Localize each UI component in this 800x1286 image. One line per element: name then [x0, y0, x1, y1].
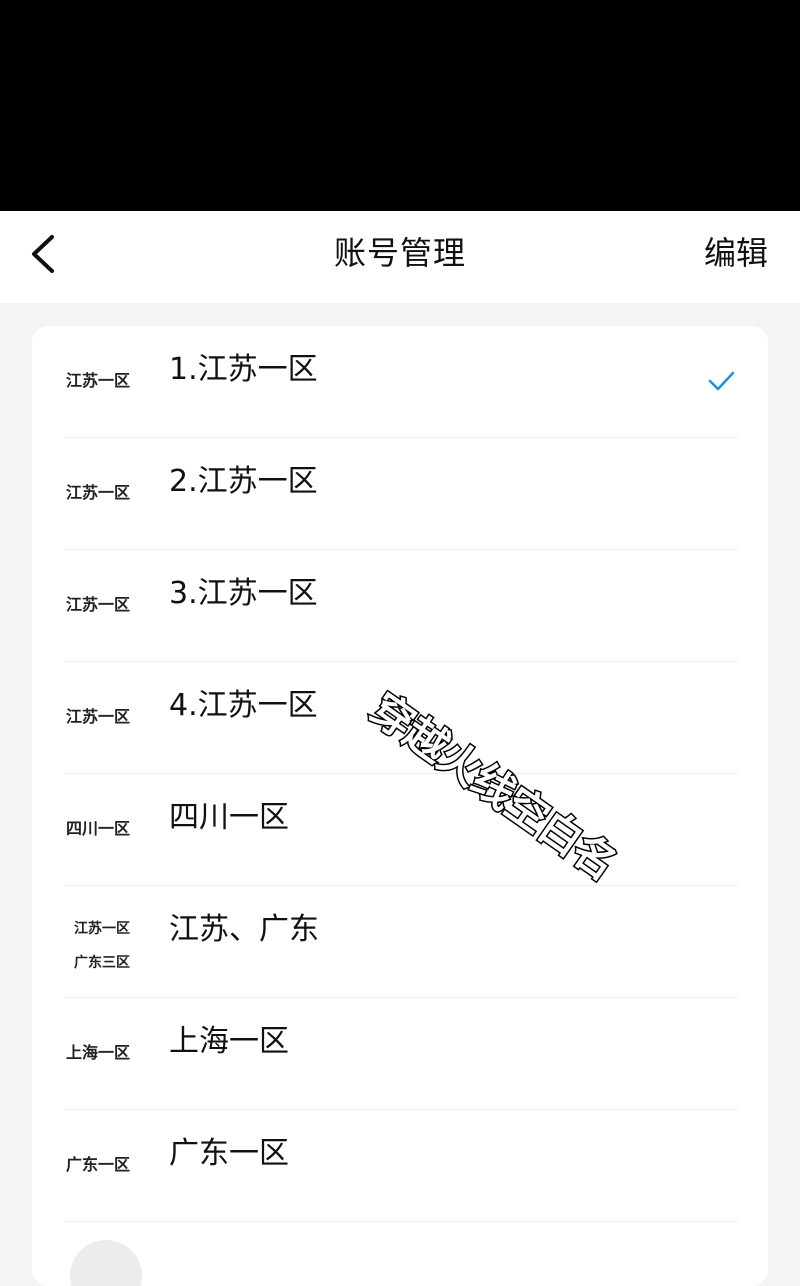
account-row[interactable]: 江苏一区 2.江苏一区	[32, 438, 768, 550]
account-row[interactable]: 广东一区 广东一区	[32, 1110, 768, 1222]
account-name: 上海一区	[169, 1024, 289, 1059]
server-tag: 江苏一区	[66, 707, 131, 726]
status-bar-area	[0, 0, 800, 211]
account-row[interactable]: 江苏一区 4.江苏一区	[32, 662, 768, 774]
account-row[interactable]: 江苏一区 广东三区 江苏、广东	[32, 886, 768, 998]
account-row[interactable]: 上海一区 上海一区	[32, 998, 768, 1110]
server-tag-line: 江苏一区	[74, 921, 130, 937]
account-name: 2.江苏一区	[169, 464, 318, 499]
account-row[interactable]: 江苏一区 3.江苏一区	[32, 550, 768, 662]
server-tag: 江苏一区	[66, 595, 131, 614]
edit-button[interactable]: 编辑	[704, 211, 768, 295]
avatar	[70, 1240, 142, 1286]
server-tag: 广东一区	[66, 1155, 131, 1174]
account-name: 3.江苏一区	[169, 576, 318, 611]
server-tag: 上海一区	[66, 1043, 131, 1062]
server-tag: 四川一区	[66, 819, 131, 838]
server-tag-line: 广东三区	[74, 955, 130, 971]
account-list: 江苏一区 1.江苏一区 江苏一区 2.江苏一区 江苏一区 3.江苏一区 江苏一区…	[32, 326, 768, 1286]
check-icon	[706, 366, 736, 396]
account-name: 1.江苏一区	[169, 352, 318, 387]
server-tag: 江苏一区	[66, 483, 131, 502]
server-tag: 江苏一区	[66, 371, 131, 390]
account-row[interactable]: 四川一区 四川一区	[32, 774, 768, 886]
divider	[64, 1221, 738, 1222]
account-name: 4.江苏一区	[169, 688, 318, 723]
account-row[interactable]: 江苏一区 1.江苏一区	[32, 326, 768, 438]
account-name: 广东一区	[169, 1136, 289, 1171]
page-title: 账号管理	[333, 234, 466, 272]
server-tag: 江苏一区 广东三区	[74, 912, 144, 980]
account-name: 四川一区	[169, 800, 289, 835]
navigation-bar: 账号管理 编辑	[0, 211, 800, 303]
account-name: 江苏、广东	[169, 912, 319, 947]
